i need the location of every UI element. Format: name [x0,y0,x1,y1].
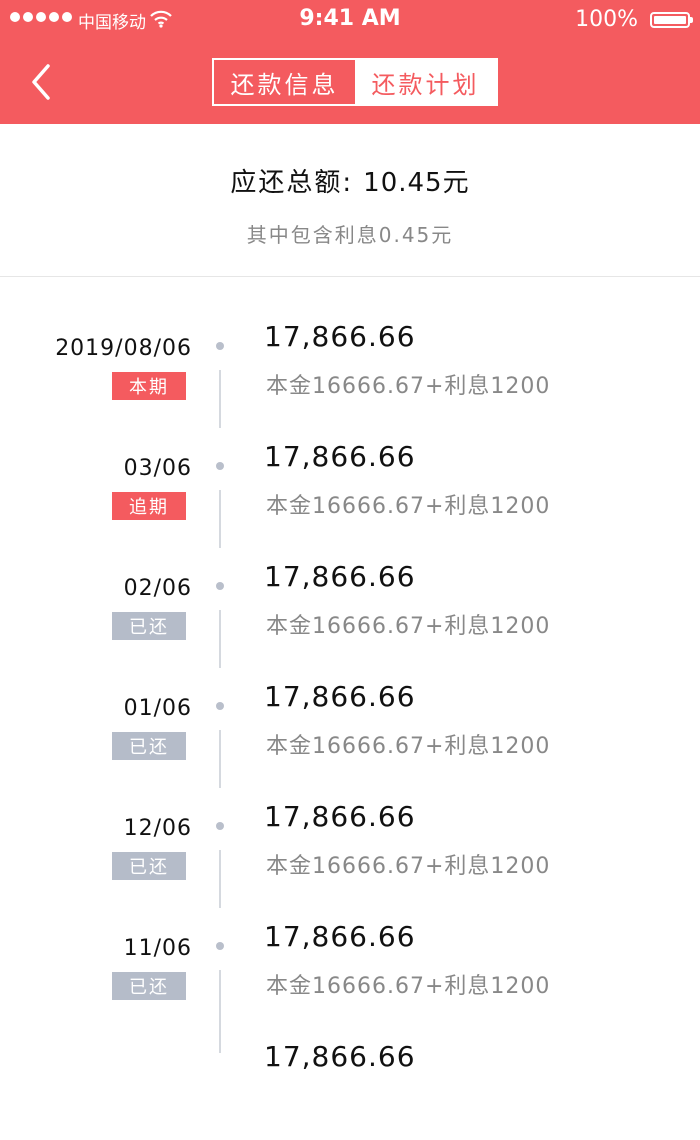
due-date: 12/06 [123,816,192,841]
installment-breakdown: 本金16666.67+利息1200 [266,614,551,639]
installment-amount: 17,866.66 [264,680,416,713]
timeline-item[interactable]: 12/06 已还 17,866.66 本金16666.67+利息1200 [0,780,700,908]
timeline-dot [216,702,224,710]
timeline-line [219,1020,221,1053]
installment-breakdown: 本金16666.67+利息1200 [266,974,551,999]
due-date: 02/06 [123,576,192,601]
installment-amount: 17,866.66 [264,320,416,353]
installment-breakdown: 本金16666.67+利息1200 [266,734,551,759]
status-badge: 已还 [112,972,186,1000]
timeline-item[interactable]: 11/06 已还 17,866.66 本金16666.67+利息1200 [0,900,700,1028]
total-due-label: 应还总额: [230,168,354,198]
status-bar: 中国移动 9:41 AM 100% [0,0,700,42]
installment-amount: 17,866.66 [264,1040,416,1073]
battery-icon [650,12,693,28]
back-arrow-icon[interactable] [22,62,62,102]
timeline-item[interactable]: 02/06 已还 17,866.66 本金16666.67+利息1200 [0,540,700,668]
status-badge: 已还 [112,612,186,640]
battery-percentage: 100% [575,7,638,32]
tab-repayment-info[interactable]: 还款信息 [214,60,355,104]
timeline-dot [216,342,224,350]
due-date: 2019/08/06 [55,336,192,361]
timeline-item[interactable]: 17,866.66 [0,1020,700,1140]
installment-amount: 17,866.66 [264,560,416,593]
timeline-dot [216,942,224,950]
installment-breakdown: 本金16666.67+利息1200 [266,854,551,879]
timeline-dot [216,582,224,590]
header-bar: 中国移动 9:41 AM 100% 还款信息 还款计划 [0,0,700,124]
installment-amount: 17,866.66 [264,440,416,473]
timeline-item[interactable]: 01/06 已还 17,866.66 本金16666.67+利息1200 [0,660,700,788]
status-badge: 本期 [112,372,186,400]
due-date: 03/06 [123,456,192,481]
status-badge: 追期 [112,492,186,520]
installment-amount: 17,866.66 [264,800,416,833]
section-divider [0,276,700,277]
status-badge: 已还 [112,852,186,880]
timeline-item[interactable]: 03/06 追期 17,866.66 本金16666.67+利息1200 [0,420,700,548]
due-date: 01/06 [123,696,192,721]
timeline-dot [216,462,224,470]
total-due: 应还总额: 10.45元 [0,162,700,199]
segmented-control: 还款信息 还款计划 [212,58,498,106]
timeline-item[interactable]: 2019/08/06 本期 17,866.66 本金16666.67+利息120… [0,300,700,428]
installment-breakdown: 本金16666.67+利息1200 [266,374,551,399]
installment-amount: 17,866.66 [264,920,416,953]
interest-note: 其中包含利息0.45元 [246,223,454,247]
due-date: 11/06 [123,936,192,961]
timeline-dot [216,822,224,830]
status-badge: 已还 [112,732,186,760]
tab-repayment-plan[interactable]: 还款计划 [355,60,496,104]
installment-breakdown: 本金16666.67+利息1200 [266,494,551,519]
total-due-value: 10.45元 [363,168,470,198]
